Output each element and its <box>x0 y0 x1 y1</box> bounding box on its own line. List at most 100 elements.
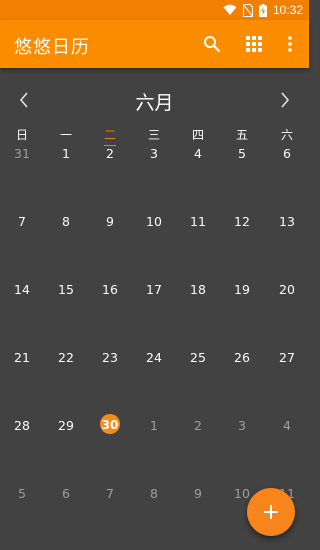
day-number: 4 <box>283 418 291 433</box>
day-number: 24 <box>146 350 162 365</box>
day-cell[interactable]: 17 <box>132 278 176 346</box>
battery-charging-icon <box>258 3 267 17</box>
day-number: 28 <box>14 418 30 433</box>
day-number: 23 <box>102 350 118 365</box>
day-number: 14 <box>14 282 30 297</box>
day-number: 6 <box>283 146 291 161</box>
day-number: 27 <box>279 350 295 365</box>
day-cell[interactable]: 10 <box>132 210 176 278</box>
search-icon <box>204 36 221 53</box>
more-vert-icon <box>288 36 292 52</box>
day-cell[interactable]: 2 <box>88 142 132 210</box>
day-number: 20 <box>279 282 295 297</box>
status-bar: 10:32 <box>0 0 309 20</box>
day-number: 30 <box>101 418 119 432</box>
day-cell[interactable]: 6 <box>44 482 88 550</box>
day-cell[interactable]: 9 <box>176 482 220 550</box>
chevron-right-icon <box>281 92 290 108</box>
day-cell[interactable]: 27 <box>265 346 309 414</box>
day-number: 3 <box>150 146 158 161</box>
day-cell[interactable]: 9 <box>88 210 132 278</box>
day-number: 25 <box>190 350 206 365</box>
day-number: 7 <box>18 214 26 229</box>
day-cell[interactable]: 4 <box>176 142 220 210</box>
app-title: 悠悠日历 <box>14 37 90 58</box>
day-cell[interactable]: 7 <box>0 210 44 278</box>
day-cell[interactable]: 5 <box>220 142 264 210</box>
grid-view-button[interactable] <box>242 32 266 56</box>
no-sim-icon <box>242 3 253 17</box>
day-number: 13 <box>279 214 295 229</box>
weekday-label: 三 <box>147 128 160 142</box>
day-cell[interactable]: 8 <box>44 210 88 278</box>
wifi-icon <box>223 4 237 16</box>
day-cell[interactable]: 2 <box>176 414 220 482</box>
day-number: 4 <box>194 146 202 161</box>
day-number: 9 <box>194 486 202 501</box>
day-number: 12 <box>234 214 250 229</box>
day-cell[interactable]: 26 <box>220 346 264 414</box>
day-number: 8 <box>62 214 70 229</box>
day-number: 22 <box>58 350 74 365</box>
day-number: 2 <box>106 146 114 161</box>
day-cell[interactable]: 18 <box>176 278 220 346</box>
day-cell[interactable]: 14 <box>0 278 44 346</box>
day-cell[interactable]: 15 <box>44 278 88 346</box>
month-navigation: 六月 <box>0 82 309 118</box>
day-number: 9 <box>106 214 114 229</box>
day-cell[interactable]: 13 <box>265 210 309 278</box>
weekday-label: 五 <box>235 128 248 142</box>
day-cell[interactable]: 4 <box>265 414 309 482</box>
day-number: 8 <box>150 486 158 501</box>
day-cell[interactable]: 5 <box>0 482 44 550</box>
more-options-button[interactable] <box>278 32 302 56</box>
weekday-label: 四 <box>191 128 204 142</box>
day-cell[interactable]: 11 <box>176 210 220 278</box>
day-cell[interactable]: 25 <box>176 346 220 414</box>
weekday-label: 六 <box>280 128 293 142</box>
month-title: 六月 <box>135 92 174 114</box>
search-button[interactable] <box>200 32 224 56</box>
day-cell[interactable]: 31 <box>0 142 44 210</box>
day-number: 5 <box>18 486 26 501</box>
day-number: 17 <box>146 282 162 297</box>
day-cell[interactable]: 20 <box>265 278 309 346</box>
day-cell[interactable]: 21 <box>0 346 44 414</box>
day-number: 1 <box>62 146 70 161</box>
add-event-button[interactable] <box>247 488 295 536</box>
day-cell-today[interactable]: 30 <box>88 414 132 482</box>
weekday-label: 二 <box>88 126 132 146</box>
weekday-label: 日 <box>15 128 28 142</box>
day-number: 29 <box>58 418 74 433</box>
day-cell[interactable]: 3 <box>132 142 176 210</box>
day-cell[interactable]: 3 <box>220 414 264 482</box>
day-cell[interactable]: 1 <box>132 414 176 482</box>
day-number: 16 <box>102 282 118 297</box>
day-cell[interactable]: 22 <box>44 346 88 414</box>
day-number: 26 <box>234 350 250 365</box>
day-number: 11 <box>190 214 206 229</box>
grid-view-icon <box>246 36 262 52</box>
day-number: 15 <box>58 282 74 297</box>
weekday-label: 一 <box>59 128 72 142</box>
day-cell[interactable]: 8 <box>132 482 176 550</box>
day-cell[interactable]: 16 <box>88 278 132 346</box>
day-cell[interactable]: 7 <box>88 482 132 550</box>
day-cell[interactable]: 24 <box>132 346 176 414</box>
day-cell[interactable]: 6 <box>265 142 309 210</box>
day-cell[interactable]: 1 <box>44 142 88 210</box>
day-cell[interactable]: 23 <box>88 346 132 414</box>
day-cell[interactable]: 28 <box>0 414 44 482</box>
day-number: 18 <box>190 282 206 297</box>
day-cell[interactable]: 19 <box>220 278 264 346</box>
app-bar: 悠悠日历 <box>0 20 309 68</box>
next-month-button[interactable] <box>273 88 297 112</box>
day-number: 5 <box>238 146 246 161</box>
day-cell[interactable]: 29 <box>44 414 88 482</box>
status-time: 10:32 <box>272 3 303 17</box>
day-number: 2 <box>194 418 202 433</box>
day-number: 1 <box>150 418 158 433</box>
day-number: 19 <box>234 282 250 297</box>
day-cell[interactable]: 12 <box>220 210 264 278</box>
plus-icon <box>264 505 278 519</box>
